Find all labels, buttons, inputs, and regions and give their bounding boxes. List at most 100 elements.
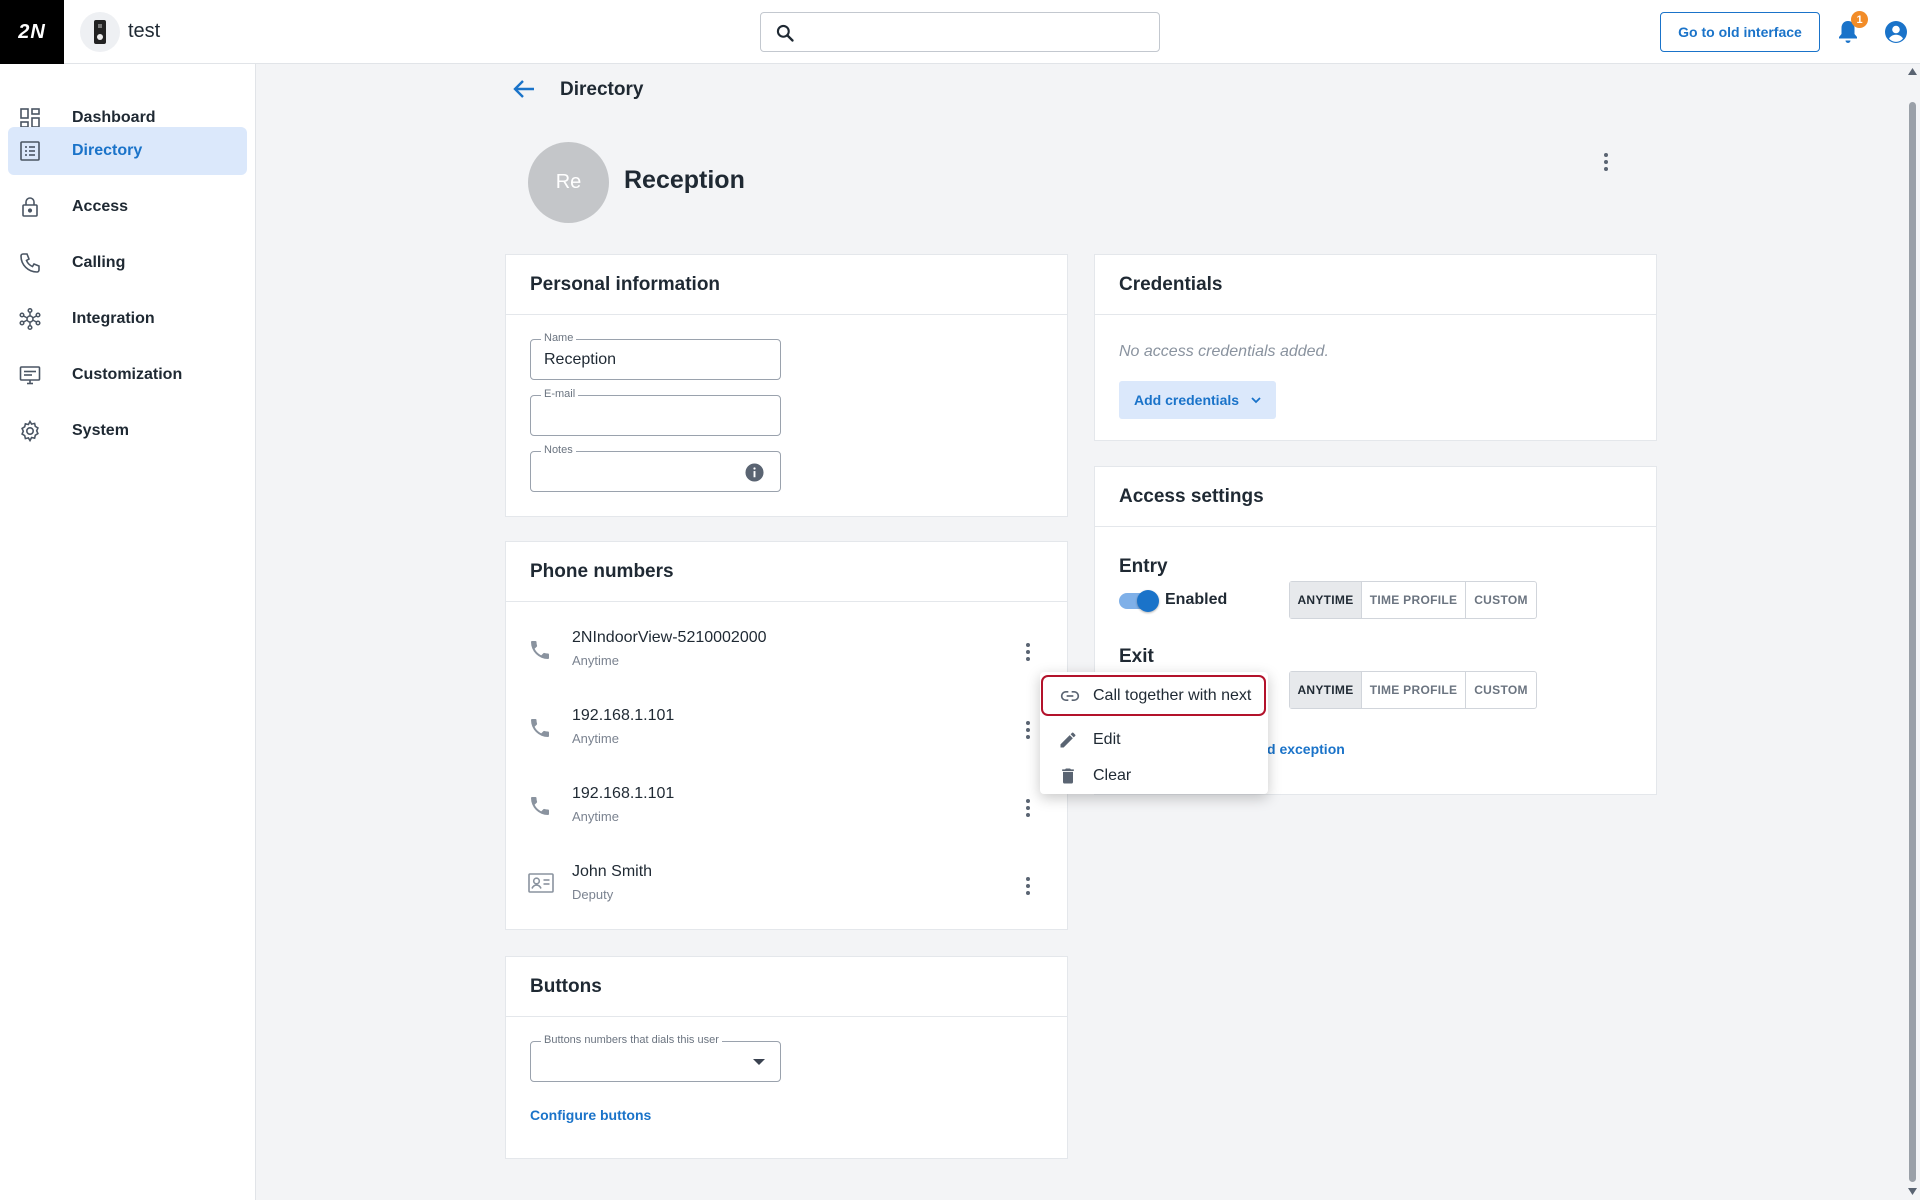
trash-icon: [1062, 768, 1074, 784]
account-icon[interactable]: [1884, 20, 1908, 44]
link-icon: [1060, 691, 1080, 701]
customization-icon: [19, 366, 41, 385]
page-title: Directory: [560, 79, 644, 100]
menu-item-label: Clear: [1093, 767, 1132, 784]
exit-heading: Exit: [1119, 646, 1154, 667]
more-vert-icon[interactable]: [1018, 640, 1038, 664]
scroll-down-arrow-icon[interactable]: [1908, 1188, 1917, 1195]
empty-credentials-text: No access credentials added.: [1119, 343, 1329, 360]
field-label: Notes: [541, 444, 576, 456]
configure-buttons-link[interactable]: Configure buttons: [530, 1107, 651, 1123]
sidebar: Dashboard Directory Access Calling Integ…: [0, 64, 256, 1200]
sidebar-item-customization[interactable]: Customization: [8, 351, 247, 399]
sidebar-item-label: Dashboard: [72, 109, 156, 126]
scrollbar-thumb[interactable]: [1909, 102, 1916, 1182]
phone-schedule: Anytime: [572, 653, 619, 668]
entry-schedule-selector[interactable]: ANYTIME TIME PROFILE CUSTOM: [1289, 581, 1537, 619]
avatar: Re: [528, 142, 609, 223]
lock-icon: [22, 197, 38, 217]
menu-item-edit[interactable]: Edit: [1040, 722, 1268, 758]
sidebar-item-directory[interactable]: Directory: [8, 127, 247, 175]
brand-logo[interactable]: 2N: [0, 0, 64, 64]
buttons-card: Buttons Buttons numbers that dials this …: [505, 956, 1068, 1159]
device-name: test: [128, 20, 161, 42]
list-item[interactable]: 2NIndoorView-5210002000 Anytime: [506, 614, 1066, 692]
phone-number: 192.168.1.101: [572, 785, 675, 802]
pencil-icon: [1060, 732, 1076, 748]
credentials-card: Credentials No access credentials added.…: [1094, 254, 1657, 441]
sidebar-item-integration[interactable]: Integration: [8, 295, 247, 343]
phone-schedule: Anytime: [572, 809, 619, 824]
card-title: Access settings: [1095, 467, 1656, 527]
field-value: Reception: [544, 351, 617, 368]
more-vert-icon[interactable]: [1018, 874, 1038, 898]
list-item[interactable]: 192.168.1.101 Anytime: [506, 692, 1066, 770]
sidebar-item-label: System: [72, 422, 129, 439]
buttons-numbers-select[interactable]: Buttons numbers that dials this user: [530, 1034, 781, 1082]
more-vert-icon[interactable]: [1018, 796, 1038, 820]
option-custom[interactable]: CUSTOM: [1466, 672, 1536, 708]
menu-item-label: Edit: [1093, 731, 1121, 748]
add-credentials-label: Add credentials: [1134, 392, 1240, 408]
option-anytime[interactable]: ANYTIME: [1290, 582, 1362, 618]
sidebar-item-system[interactable]: System: [8, 407, 247, 455]
exit-schedule-selector[interactable]: ANYTIME TIME PROFILE CUSTOM: [1289, 671, 1537, 709]
phone-number: 192.168.1.101: [572, 707, 675, 724]
integration-icon: [19, 307, 41, 331]
deputy-name: John Smith: [572, 863, 653, 880]
list-item[interactable]: 192.168.1.101 Anytime: [506, 770, 1066, 848]
option-time-profile[interactable]: TIME PROFILE: [1362, 582, 1466, 618]
search-icon: [776, 24, 794, 42]
gear-icon: [21, 419, 39, 443]
sidebar-item-label: Access: [72, 198, 129, 215]
page-scrollbar[interactable]: [1904, 64, 1920, 1200]
email-field[interactable]: E-mail: [530, 388, 781, 436]
entry-heading: Entry: [1119, 556, 1168, 577]
search-input[interactable]: [760, 12, 1160, 52]
card-title: Personal information: [506, 255, 1067, 315]
user-name-heading: Reception: [624, 166, 745, 194]
field-label: E-mail: [541, 388, 579, 400]
card-title: Phone numbers: [506, 542, 1067, 602]
card-title: Buttons: [506, 957, 1067, 1017]
chevron-down-icon: [1251, 397, 1261, 404]
name-field[interactable]: Name Reception: [530, 332, 781, 380]
contact-card-icon: [528, 873, 554, 893]
sidebar-item-label: Calling: [72, 254, 126, 271]
sidebar-item-access[interactable]: Access: [8, 183, 247, 231]
sidebar-item-label: Integration: [72, 310, 155, 327]
field-label: Buttons numbers that dials this user: [541, 1034, 722, 1046]
sidebar-item-label: Customization: [72, 366, 183, 383]
entry-toggle[interactable]: [1119, 590, 1159, 612]
phone-number: 2NIndoorView-5210002000: [572, 629, 767, 646]
phone-row-context-menu: Call together with next Edit Clear: [1040, 672, 1268, 794]
sidebar-item-label: Directory: [72, 142, 143, 159]
scroll-up-arrow-icon[interactable]: [1908, 68, 1917, 75]
menu-item-clear[interactable]: Clear: [1040, 758, 1268, 794]
add-exception-link[interactable]: d exception: [1267, 741, 1345, 757]
phone-numbers-card: Phone numbers 2NIndoorView-5210002000 An…: [505, 541, 1068, 930]
option-custom[interactable]: CUSTOM: [1466, 582, 1536, 618]
add-credentials-button[interactable]: Add credentials: [1119, 381, 1276, 419]
option-anytime[interactable]: ANYTIME: [1290, 672, 1362, 708]
phone-icon: [20, 253, 40, 273]
field-label: Name: [541, 332, 577, 344]
go-to-old-interface-button[interactable]: Go to old interface: [1660, 12, 1820, 52]
menu-item-label: Call together with next: [1093, 686, 1252, 704]
more-vert-icon[interactable]: [1596, 150, 1616, 174]
menu-item-call-together-with-next[interactable]: Call together with next: [1041, 675, 1266, 716]
list-item[interactable]: John Smith Deputy: [506, 848, 1066, 926]
sidebar-item-calling[interactable]: Calling: [8, 239, 247, 287]
dropdown-arrow-icon: [753, 1059, 765, 1065]
phone-schedule: Anytime: [572, 731, 619, 746]
info-icon[interactable]: [745, 463, 764, 482]
notes-field[interactable]: Notes: [530, 444, 781, 492]
option-time-profile[interactable]: TIME PROFILE: [1362, 672, 1466, 708]
card-title: Credentials: [1095, 255, 1656, 315]
phone-icon: [531, 719, 549, 737]
personal-information-card: Personal information Name Reception E-ma…: [505, 254, 1068, 517]
phone-icon: [531, 641, 549, 659]
back-arrow-icon[interactable]: [512, 78, 538, 100]
more-vert-icon[interactable]: [1018, 718, 1038, 742]
directory-icon: [20, 141, 40, 161]
